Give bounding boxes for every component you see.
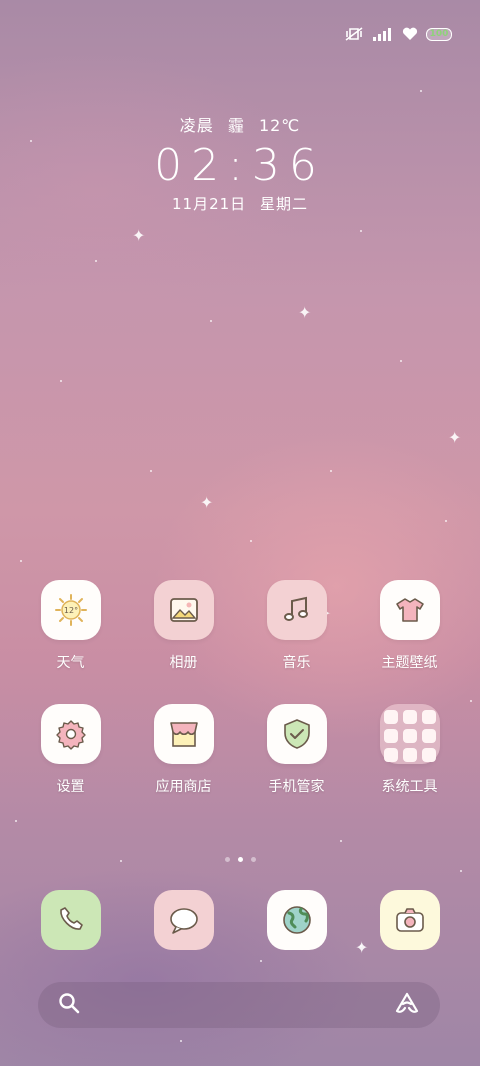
gear-icon <box>40 704 101 764</box>
phone-app[interactable] <box>40 890 101 950</box>
app-grid: 12° 天气 相册 音乐 主题壁纸 设置 应用商店 手机管家 系统工具 <box>0 580 480 828</box>
date: 11月21日 <box>172 195 247 213</box>
sparkle-icon: ✦ <box>448 428 462 447</box>
app-label: 手机管家 <box>268 779 325 795</box>
signal-icon <box>372 27 394 41</box>
phone-icon <box>59 907 83 930</box>
app-gallery[interactable]: 相册 <box>134 580 234 672</box>
sparkle-icon: ✦ <box>200 493 214 512</box>
clock-widget[interactable]: 凌晨 霾 12℃ 02:36 11月21日 星期二 <box>0 112 480 214</box>
app-themes[interactable]: 主题壁纸 <box>360 580 460 672</box>
weekday: 星期二 <box>259 195 308 213</box>
app-music[interactable]: 音乐 <box>247 580 347 672</box>
folder-icon <box>379 704 440 764</box>
app-label: 主题壁纸 <box>381 655 438 671</box>
app-label: 相册 <box>169 655 198 671</box>
page-dot <box>224 857 230 862</box>
camera-app[interactable] <box>379 890 440 950</box>
app-settings[interactable]: 设置 <box>21 704 121 796</box>
weather-line: 凌晨 霾 12℃ <box>0 112 480 136</box>
camera-icon <box>395 908 424 932</box>
app-system-tools-folder[interactable]: 系统工具 <box>360 704 460 796</box>
heart-icon <box>402 27 418 41</box>
search-icon[interactable] <box>58 992 80 1018</box>
date-line: 11月21日 星期二 <box>0 193 480 214</box>
mute-vibrate-icon <box>344 26 364 42</box>
dock <box>0 890 480 950</box>
app-store[interactable]: 应用商店 <box>134 704 234 796</box>
app-label: 音乐 <box>282 655 311 671</box>
sparkle-icon: ✦ <box>298 303 312 322</box>
weather-condition: 霾 <box>227 116 245 135</box>
weather-badge: 12° <box>63 606 77 615</box>
time-period: 凌晨 <box>179 116 214 135</box>
app-label: 天气 <box>56 655 85 671</box>
page-dot <box>250 857 256 862</box>
music-note-icon <box>266 580 327 640</box>
home-search-bar[interactable] <box>38 982 440 1028</box>
app-label: 应用商店 <box>155 779 212 795</box>
app-weather[interactable]: 12° 天气 <box>21 580 121 672</box>
message-icon <box>169 908 198 934</box>
battery-icon: 100 <box>426 27 452 41</box>
sparkle-icon: ✦ <box>132 226 146 245</box>
store-icon <box>153 704 214 764</box>
page-indicator[interactable] <box>0 857 480 862</box>
messages-app[interactable] <box>153 890 214 950</box>
temperature: 12℃ <box>258 116 301 135</box>
shield-check-icon <box>266 704 327 764</box>
browser-app[interactable] <box>266 890 327 950</box>
weather-sun-icon: 12° <box>40 580 101 640</box>
page-dot-active <box>237 857 243 862</box>
clock-time: 02:36 <box>154 140 326 191</box>
browser-globe-icon <box>282 906 311 934</box>
status-bar: 100 <box>344 24 452 44</box>
gallery-icon <box>153 580 214 640</box>
app-label: 系统工具 <box>381 779 438 795</box>
app-label: 设置 <box>56 779 85 795</box>
tshirt-icon <box>379 580 440 640</box>
app-security[interactable]: 手机管家 <box>247 704 347 796</box>
assistant-icon[interactable] <box>394 992 420 1018</box>
